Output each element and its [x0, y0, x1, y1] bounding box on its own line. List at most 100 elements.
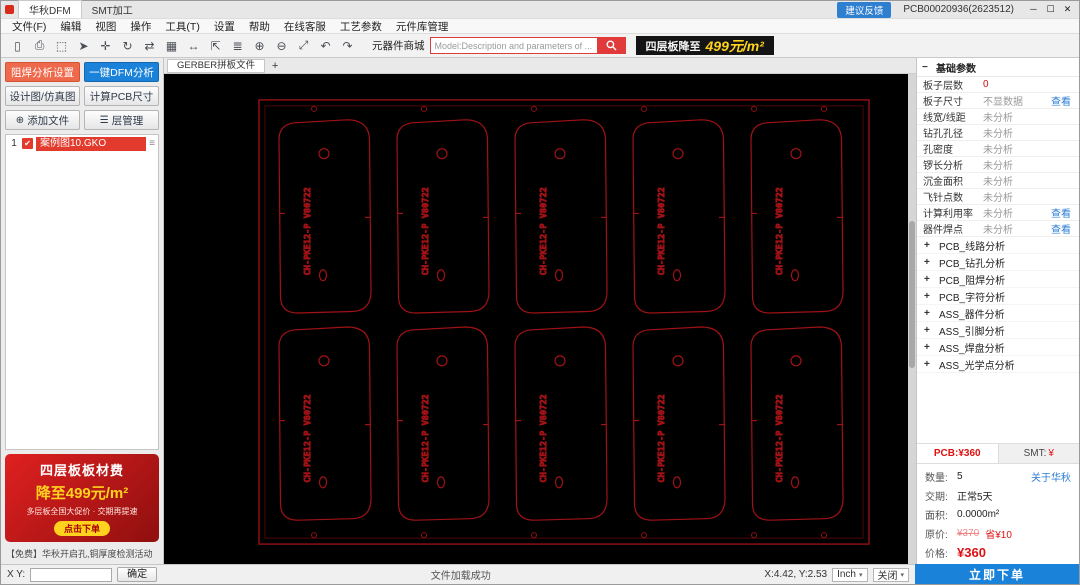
area-label: 面积: — [925, 511, 948, 522]
qty-value: 5 — [957, 471, 963, 482]
expand-icon[interactable]: + — [924, 257, 933, 268]
param-value: 未分析 — [983, 209, 1013, 220]
analysis-group-row[interactable]: + ASS_光学点分析 — [917, 356, 1079, 373]
pcb-panel-drawing[interactable]: CH-PKE12-P V80722 CH-PKE12-P V80722 CH-P… — [164, 74, 916, 564]
param-view-link[interactable]: 查看 — [1051, 205, 1079, 220]
menu-item[interactable]: 操作 — [123, 19, 158, 34]
place-order-button[interactable]: 立即下单 — [915, 564, 1079, 584]
expand-icon[interactable]: + — [924, 240, 933, 251]
expand-icon[interactable]: + — [924, 359, 933, 370]
menu-item[interactable]: 帮助 — [242, 19, 277, 34]
analysis-group-row[interactable]: + PCB_阻焊分析 — [917, 271, 1079, 288]
param-label: 孔密度 — [923, 145, 953, 156]
analysis-group-row[interactable]: + PCB_钻孔分析 — [917, 254, 1079, 271]
order-tab-smt[interactable]: SMT: ¥ — [999, 444, 1080, 463]
search-button[interactable] — [597, 37, 626, 54]
side-promo-banner[interactable]: 四层板板材费 降至499元/m² 多层板全国大促价 · 交期再提速 点击下单 — [5, 454, 159, 542]
canvas-vertical-scrollbar[interactable] — [908, 74, 916, 564]
order-summary: 数量: 5 关于华秋 交期: 正常5天 面积: 0.0000m² 原价: ¥37… — [917, 464, 1079, 564]
scrollbar-thumb[interactable] — [909, 221, 915, 368]
menu-item[interactable]: 视图 — [88, 19, 123, 34]
minimize-icon[interactable]: ─ — [1026, 4, 1041, 15]
zoom-in-icon[interactable]: ⊕ — [249, 36, 270, 55]
param-value: 未分析 — [983, 113, 1013, 124]
zoom-out-icon[interactable]: ⊖ — [271, 36, 292, 55]
maximize-icon[interactable]: ☐ — [1043, 4, 1058, 15]
undo-icon[interactable]: ↶ — [315, 36, 336, 55]
measure-icon[interactable]: ↔ — [183, 36, 204, 55]
analysis-group-row[interactable]: + ASS_器件分析 — [917, 305, 1079, 322]
coordinate-input[interactable] — [30, 567, 113, 582]
promo-order-button[interactable]: 点击下单 — [53, 521, 110, 536]
analysis-group-row[interactable]: + PCB_字符分析 — [917, 288, 1079, 305]
layer-file-list: 1 ✔ 案例图10.GKO ≡ — [5, 134, 159, 450]
new-file-icon[interactable]: ▯ — [7, 36, 28, 55]
param-value: 未分析 — [983, 161, 1013, 172]
top-promo-banner[interactable]: 四层板降至 499元/m² — [635, 36, 774, 55]
mode-select[interactable]: 关闭 ▾ — [872, 567, 910, 582]
mirror-icon[interactable]: ⇄ — [139, 36, 160, 55]
layer-manager-button[interactable]: ☰ 层管理 — [84, 110, 159, 130]
svg-text:CH-PKE12-P V80722: CH-PKE12-P V80722 — [303, 394, 312, 482]
feedback-button[interactable]: 建议反馈 — [837, 1, 892, 18]
panelize-icon[interactable]: ▦ — [161, 36, 182, 55]
unit-select[interactable]: Inch ▾ — [832, 567, 868, 582]
expand-icon[interactable]: + — [924, 274, 933, 285]
file-name-label[interactable]: 案例图10.GKO — [36, 136, 147, 151]
gerber-panel-tab[interactable]: GERBER拼板文件 — [167, 58, 266, 73]
param-view-link[interactable]: 查看 — [1051, 221, 1079, 236]
fit-view-icon[interactable]: ⤢ — [293, 36, 314, 55]
menu-item[interactable]: 设置 — [207, 19, 242, 34]
dimension-icon[interactable]: ⇱ — [205, 36, 226, 55]
titlebar-tab[interactable]: SMT加工 — [82, 1, 143, 18]
cursor-icon[interactable]: ➤ — [73, 36, 94, 55]
svg-text:CH-PKE12-P V80722: CH-PKE12-P V80722 — [539, 394, 548, 482]
analysis-group-row[interactable]: + PCB_线路分析 — [917, 237, 1079, 254]
analysis-group-row[interactable]: + ASS_引脚分析 — [917, 322, 1079, 339]
component-search-input[interactable] — [429, 37, 598, 54]
analysis-group-row[interactable]: + ASS_焊盘分析 — [917, 339, 1079, 356]
redo-icon[interactable]: ↷ — [337, 36, 358, 55]
gerber-canvas[interactable]: CH-PKE12-P V80722 CH-PKE12-P V80722 CH-P… — [164, 74, 916, 564]
move-icon[interactable]: ✛ — [95, 36, 116, 55]
menu-item[interactable]: 在线客服 — [277, 19, 333, 34]
order-panel: PCB:¥360 SMT: ¥ 数量: 5 关于华秋 交期: 正常5天 面积: … — [917, 443, 1079, 564]
param-view-link[interactable]: 查看 — [1051, 93, 1079, 108]
solder-mask-analysis-button[interactable]: 阻焊分析设置 — [5, 62, 80, 82]
one-click-dfm-button[interactable]: 一键DFM分析 — [84, 62, 159, 82]
menu-item[interactable]: 文件(F) — [5, 19, 53, 34]
order-tab-pcb[interactable]: PCB:¥360 — [917, 444, 999, 463]
basic-params-header[interactable]: − 基础参数 — [917, 58, 1079, 77]
layers-icon[interactable]: ≣ — [227, 36, 248, 55]
param-label: 器件焊点 — [923, 225, 963, 236]
confirm-button[interactable]: 确定 — [117, 567, 158, 582]
param-row: 飞针点数 未分析 — [917, 189, 1079, 205]
expand-icon[interactable]: + — [924, 308, 933, 319]
expand-icon[interactable]: + — [924, 342, 933, 353]
titlebar-tab[interactable]: 华秋DFM — [18, 0, 82, 18]
add-file-button[interactable]: ⊕ 添加文件 — [5, 110, 80, 130]
free-activity-notice[interactable]: 【免费】华秋开启孔,铜厚度检测活动 — [5, 546, 159, 560]
expand-icon[interactable]: + — [924, 325, 933, 336]
menu-item[interactable]: 编辑 — [53, 19, 88, 34]
calc-pcb-size-button[interactable]: 计算PCB尺寸 — [84, 86, 159, 106]
param-label: 飞针点数 — [923, 193, 963, 204]
design-sim-view-button[interactable]: 设计图/仿真图 — [5, 86, 80, 106]
smt-tab-price: ¥ — [1048, 448, 1054, 459]
file-visibility-checkbox[interactable]: ✔ — [22, 138, 33, 149]
print-icon[interactable]: ⎙ — [29, 36, 50, 55]
file-row-menu-icon[interactable]: ≡ — [149, 138, 155, 149]
menu-item[interactable]: 工具(T) — [158, 19, 206, 34]
close-icon[interactable]: ✕ — [1060, 4, 1075, 15]
rotate-icon[interactable]: ↻ — [117, 36, 138, 55]
collapse-icon[interactable]: − — [922, 62, 931, 73]
select-area-icon[interactable]: ⬚ — [51, 36, 72, 55]
add-tab-icon[interactable]: + — [268, 60, 282, 72]
about-huaqiu-link[interactable]: 关于华秋 — [1031, 469, 1071, 484]
menu-item[interactable]: 元件库管理 — [389, 19, 456, 34]
menubar: 文件(F) 编辑 视图 操作 工具(T) 设置 帮助 在线客服 工艺参数 元件库管理 — [1, 18, 1079, 34]
expand-icon[interactable]: + — [924, 291, 933, 302]
layer-file-row[interactable]: 1 ✔ 案例图10.GKO ≡ — [6, 135, 158, 152]
param-value: 未分析 — [983, 193, 1013, 204]
menu-item[interactable]: 工艺参数 — [333, 19, 389, 34]
